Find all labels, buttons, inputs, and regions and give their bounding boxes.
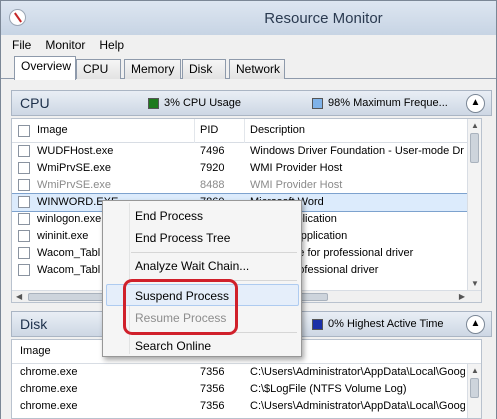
row-pid: 8488 <box>200 179 225 191</box>
scroll-up-icon[interactable]: ▲ <box>471 366 479 375</box>
row-pid: 7356 <box>200 366 225 378</box>
menu-item-analyze-wait-chain[interactable]: Analyze Wait Chain... <box>135 259 249 273</box>
row-pid: 7356 <box>200 400 225 412</box>
row-file: C:\Users\Administrator\AppData\Local\Goo… <box>250 366 465 378</box>
scroll-down-icon[interactable]: ▼ <box>471 279 479 288</box>
menu-item-end-process[interactable]: End Process <box>135 209 203 223</box>
disk-section-title: Disk <box>20 316 48 332</box>
disk-vertical-scrollbar[interactable]: ▲ <box>467 364 481 418</box>
row-description: Windows Driver Foundation - User-mode Dr <box>250 145 464 157</box>
scroll-right-icon[interactable]: ▶ <box>459 292 465 301</box>
table-row[interactable]: chrome.exe 7356 C:\$LogFile (NTFS Volume… <box>12 381 481 398</box>
row-file: C:\Users\Administrator\AppData\Local\Goo… <box>250 400 465 412</box>
column-pid[interactable]: PID <box>200 124 218 136</box>
row-checkbox[interactable] <box>18 213 30 225</box>
annotation-highlight-ring <box>123 279 238 335</box>
column-separator[interactable] <box>194 119 195 143</box>
select-all-checkbox[interactable] <box>18 125 30 137</box>
menu-item-end-process-tree[interactable]: End Process Tree <box>135 231 230 245</box>
menu-monitor[interactable]: Monitor <box>38 38 92 52</box>
cpu-frequency-swatch <box>312 97 323 109</box>
tab-overview[interactable]: Overview <box>14 56 76 80</box>
menu-bar: File Monitor Help <box>1 35 496 55</box>
row-checkbox[interactable] <box>18 196 30 208</box>
row-image: chrome.exe <box>20 366 78 378</box>
menu-file[interactable]: File <box>5 38 38 52</box>
menu-separator <box>131 252 297 253</box>
cpu-usage-text: 3% CPU Usage <box>164 97 242 109</box>
row-checkbox[interactable] <box>18 230 30 242</box>
scroll-up-icon[interactable]: ▲ <box>471 121 479 130</box>
table-row[interactable]: chrome.exe 7356 C:\Users\Administrator\A… <box>12 398 481 415</box>
cpu-section-header[interactable]: CPU 3% CPU Usage 98% Maximum Freque... ▲ <box>11 90 492 116</box>
cpu-usage-swatch <box>148 97 159 109</box>
row-image: WmiPrvSE.exe <box>37 179 111 191</box>
table-row[interactable]: chrome.exe 7356 C:\Users\Administrator\A… <box>12 364 481 381</box>
row-description: WMI Provider Host <box>250 179 343 191</box>
cpu-frequency-text: 98% Maximum Freque... <box>328 97 448 109</box>
row-image: chrome.exe <box>20 400 78 412</box>
table-row[interactable]: WmiPrvSE.exe 8488 WMI Provider Host <box>12 177 481 194</box>
row-file: C:\$LogFile (NTFS Volume Log) <box>250 383 407 395</box>
cpu-vertical-scrollbar[interactable]: ▲ ▼ <box>467 119 481 290</box>
row-checkbox[interactable] <box>18 179 30 191</box>
scroll-thumb[interactable] <box>470 378 479 398</box>
menu-help[interactable]: Help <box>92 38 131 52</box>
row-checkbox[interactable] <box>18 145 30 157</box>
cpu-table-header: Image PID Description <box>12 119 481 143</box>
disk-active-stat: 0% Highest Active Time <box>312 318 444 330</box>
tab-cpu[interactable]: CPU <box>76 59 121 79</box>
tab-strip: Overview CPU Memory Disk Network <box>1 55 496 80</box>
window-title: Resource Monitor <box>264 10 383 27</box>
cpu-usage-stat: 3% CPU Usage <box>148 97 241 109</box>
table-row[interactable]: WUDFHost.exe 7496 Windows Driver Foundat… <box>12 143 481 160</box>
row-image: chrome.exe <box>20 383 78 395</box>
column-separator[interactable] <box>244 119 245 143</box>
scroll-thumb[interactable] <box>470 133 479 163</box>
menu-item-search-online[interactable]: Search Online <box>135 339 211 353</box>
tab-memory[interactable]: Memory <box>124 59 181 79</box>
scroll-left-icon[interactable]: ◀ <box>16 292 22 301</box>
disk-collapse-button[interactable]: ▲ <box>466 315 485 334</box>
column-image[interactable]: Image <box>20 345 51 357</box>
tab-disk[interactable]: Disk <box>182 59 226 79</box>
row-checkbox[interactable] <box>18 264 30 276</box>
row-pid: 7356 <box>200 383 225 395</box>
row-checkbox[interactable] <box>18 162 30 174</box>
cpu-section-title: CPU <box>20 95 50 111</box>
column-image[interactable]: Image <box>37 124 68 136</box>
title-bar: Resource Monitor <box>1 1 496 35</box>
table-row[interactable]: WmiPrvSE.exe 7920 WMI Provider Host <box>12 160 481 177</box>
row-description: WMI Provider Host <box>250 162 343 174</box>
column-description[interactable]: Description <box>250 124 305 136</box>
row-image: WmiPrvSE.exe <box>37 162 111 174</box>
cpu-frequency-stat: 98% Maximum Freque... <box>312 97 448 109</box>
row-image: WUDFHost.exe <box>37 145 114 157</box>
resource-monitor-window: Resource Monitor File Monitor Help Overv… <box>0 0 497 419</box>
row-pid: 7920 <box>200 162 225 174</box>
row-pid: 7496 <box>200 145 225 157</box>
row-checkbox[interactable] <box>18 247 30 259</box>
disk-active-text: 0% Highest Active Time <box>328 318 444 330</box>
tab-network[interactable]: Network <box>229 59 285 79</box>
disk-active-swatch <box>312 318 323 330</box>
cpu-collapse-button[interactable]: ▲ <box>466 94 485 113</box>
